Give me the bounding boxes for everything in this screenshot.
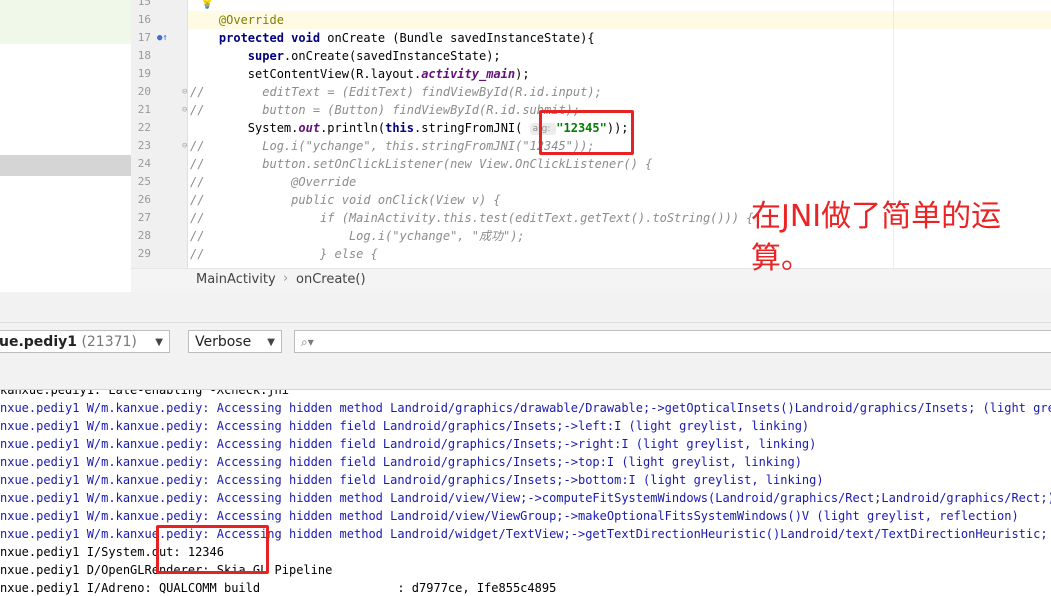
- search-icon: ⌕▾: [301, 335, 314, 349]
- code-line[interactable]: @Override: [190, 11, 284, 29]
- log-line[interactable]: nxue.pediy1 W/m.kanxue.pediy: Accessing …: [0, 417, 809, 435]
- log-line[interactable]: kanxue.pediy1: Late-enabling -Xcheck:jni: [0, 390, 289, 399]
- highlight-box-output: [156, 525, 269, 574]
- line-number: 26: [137, 193, 151, 206]
- code-token: out: [298, 121, 321, 135]
- line-number: 24: [137, 157, 151, 170]
- code-token: super: [247, 49, 284, 63]
- line-number: 23: [137, 139, 151, 152]
- code-token: // Log.i("ychange", "成功");: [190, 229, 525, 243]
- code-line[interactable]: // Log.i("ychange", "成功");: [190, 227, 525, 245]
- highlight-box-input: [539, 110, 634, 155]
- logcat-search-input[interactable]: ⌕▾: [294, 330, 1051, 353]
- log-line[interactable]: nxue.pediy1 W/m.kanxue.pediy: Accessing …: [0, 507, 1019, 525]
- line-number: 16: [137, 13, 151, 26]
- code-token: // Log.i("ychange", this.stringFromJNI("…: [190, 139, 595, 153]
- process-name: ue.pediy1: [0, 334, 77, 350]
- line-number: 18: [137, 49, 151, 62]
- code-token: );: [515, 67, 530, 81]
- code-line[interactable]: super.onCreate(savedInstanceState);: [190, 47, 501, 65]
- log-line[interactable]: nxue.pediy1 W/m.kanxue.pediy: Accessing …: [0, 399, 1051, 417]
- code-line[interactable]: // button.setOnClickListener(new View.On…: [190, 155, 652, 173]
- code-line[interactable]: protected void onCreate (Bundle savedIns…: [190, 29, 595, 47]
- process-pid: (21371): [81, 334, 137, 350]
- code-token: // editText = (EditText) findViewById(R.…: [190, 85, 602, 99]
- logcat-toolbar: ue.pediy1 (21371) ▼ Verbose ▼ ⌕▾: [0, 323, 1051, 390]
- code-token: setContentView(R.layout.: [190, 67, 422, 81]
- fold-icon[interactable]: ⊖: [182, 83, 187, 101]
- code-line[interactable]: // } else {: [190, 245, 378, 263]
- code-token: .println(: [320, 121, 386, 135]
- log-line[interactable]: nxue.pediy1 I/Adreno: QUALCOMM build : d…: [0, 579, 556, 596]
- log-line[interactable]: nxue.pediy1 W/m.kanxue.pediy: Accessing …: [0, 471, 824, 489]
- project-panel-selected-item[interactable]: [0, 155, 131, 176]
- breadcrumb-class[interactable]: MainActivity: [196, 272, 276, 287]
- code-token: .onCreate(savedInstanceState);: [283, 49, 501, 63]
- current-line-highlight: [188, 11, 1051, 29]
- line-number: 17: [137, 31, 151, 44]
- line-number: 21: [137, 103, 151, 116]
- code-line[interactable]: setContentView(R.layout.activity_main);: [190, 65, 530, 83]
- line-number: 28: [137, 229, 151, 242]
- annotation-text: 在JNI做了简单的运算。: [751, 199, 1002, 276]
- code-token: .stringFromJNI(: [414, 121, 530, 135]
- code-line[interactable]: // editText = (EditText) findViewById(R.…: [190, 83, 602, 101]
- fold-icon[interactable]: ⊖: [182, 137, 187, 155]
- code-token: // button = (Button) findViewById(R.id.s…: [190, 103, 581, 117]
- code-token: // button.setOnClickListener(new View.On…: [190, 157, 653, 171]
- code-line[interactable]: // Log.i("ychange", this.stringFromJNI("…: [190, 137, 595, 155]
- breadcrumb-method[interactable]: onCreate(): [296, 272, 366, 287]
- code-line[interactable]: // public void onClick(View v) {: [190, 191, 501, 209]
- log-level-value: Verbose: [195, 334, 252, 350]
- log-line[interactable]: nxue.pediy1 W/m.kanxue.pediy: Accessing …: [0, 489, 1051, 507]
- chevron-down-icon: ▼: [155, 337, 163, 348]
- line-number: 20: [137, 85, 151, 98]
- fold-icon[interactable]: ⊖: [182, 101, 187, 119]
- code-token: activity_main: [421, 67, 516, 81]
- breadcrumb-separator: ›: [283, 271, 289, 286]
- chevron-down-icon: ▼: [267, 337, 275, 348]
- log-line[interactable]: nxue.pediy1 W/m.kanxue.pediy: Accessing …: [0, 453, 802, 471]
- process-select[interactable]: ue.pediy1 (21371) ▼: [0, 330, 170, 353]
- line-number: 25: [137, 175, 151, 188]
- code-token: this: [385, 121, 414, 135]
- log-line[interactable]: nxue.pediy1 W/m.kanxue.pediy: Accessing …: [0, 435, 816, 453]
- log-level-select[interactable]: Verbose ▼: [188, 330, 282, 353]
- panel-divider: [0, 292, 1051, 323]
- code-token: // } else {: [190, 247, 378, 261]
- line-number: 27: [137, 211, 151, 224]
- override-marker-icon[interactable]: ●↑: [157, 29, 168, 47]
- code-token: protected void: [218, 31, 328, 45]
- code-line[interactable]: // button = (Button) findViewById(R.id.s…: [190, 101, 580, 119]
- code-token: // public void onClick(View v) {: [190, 193, 501, 207]
- line-number: 15: [137, 0, 151, 8]
- code-token: // @Override: [190, 175, 357, 189]
- code-token: @Override: [218, 13, 284, 27]
- code-token: onCreate (Bundle savedInstanceState){: [327, 31, 595, 45]
- code-line[interactable]: // if (MainActivity.this.test(editText.g…: [190, 209, 754, 227]
- line-number: 19: [137, 67, 151, 80]
- project-panel-highlight: [0, 0, 131, 44]
- line-number: 29: [137, 247, 151, 260]
- code-token: // if (MainActivity.this.test(editText.g…: [190, 211, 754, 225]
- code-token: System.: [190, 121, 299, 135]
- code-line[interactable]: // @Override: [190, 173, 356, 191]
- line-number: 22: [137, 121, 151, 134]
